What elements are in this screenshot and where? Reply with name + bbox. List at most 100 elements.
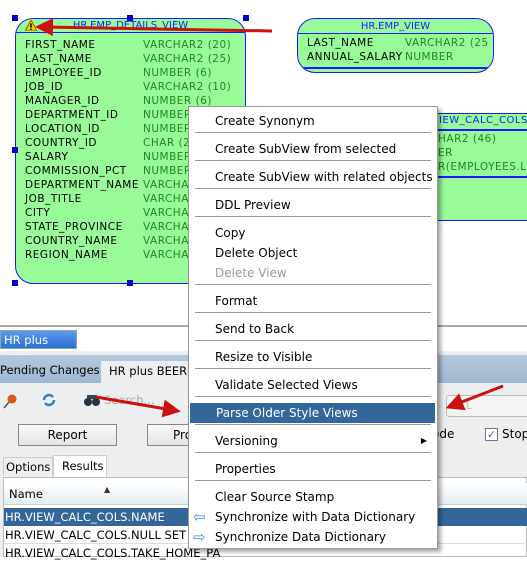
menu-item-label: Resize to Visible [215, 350, 313, 364]
column-type: NUMBER [405, 51, 454, 63]
menu-separator [195, 368, 431, 369]
selection-handle[interactable] [12, 147, 18, 153]
selection-handle[interactable] [243, 15, 249, 21]
column-type: VARCHAI [143, 249, 193, 261]
column-type: VARCHAR2 (25) [143, 53, 232, 65]
column-name: JOB_TITLE [25, 193, 82, 205]
column-name: DEPARTMENT_ID [25, 109, 119, 121]
menu-item-label: DDL Preview [215, 198, 291, 212]
column-name: ANNUAL_SALARY [307, 51, 403, 63]
menu-item-delete-object[interactable]: Delete Object [189, 243, 437, 263]
column-name: EMPLOYEE_ID [25, 67, 102, 79]
menu-item-label: Synchronize Data Dictionary [215, 530, 386, 544]
tab-hr-plus-beer[interactable]: HR plus BEER (H [101, 361, 201, 383]
menu-item-label: Copy [215, 226, 246, 240]
column-type: NUMBER [143, 109, 192, 121]
view-title: IEW_CALC_COLS [439, 115, 527, 126]
report-button[interactable]: Report [18, 424, 117, 446]
column-name: REGION_NAME [25, 249, 108, 261]
column-type: VARCHAI [143, 221, 193, 233]
menu-separator [195, 480, 431, 481]
column-type: VARCHAI [143, 235, 193, 247]
column-name: CITY [25, 207, 51, 219]
menu-item-label: Properties [215, 462, 276, 476]
menu-separator [195, 396, 431, 397]
column-name: COUNTRY_NAME [25, 235, 118, 247]
column-type: ER [438, 147, 453, 159]
selection-handle[interactable] [127, 15, 133, 21]
column-name: COUNTRY_ID [25, 137, 98, 149]
menu-item-validate-selected-views[interactable]: Validate Selected Views [189, 375, 437, 395]
column-name: JOB_ID [25, 81, 63, 93]
menu-item-label: Create Synonym [215, 114, 315, 128]
menu-separator [195, 284, 431, 285]
menu-separator [195, 160, 431, 161]
selection-handle[interactable] [12, 280, 18, 286]
sort-ascending-icon: ▲ [104, 485, 111, 494]
arrow-left-icon: ⇦ [193, 508, 206, 526]
menu-item-synchronize-with-data-dictionary[interactable]: Synchronize with Data Dictionary ⇦ [189, 507, 437, 527]
tab-options[interactable]: Options [3, 457, 53, 476]
menu-item-send-to-back[interactable]: Send to Back [189, 319, 437, 339]
column-type: VARCHAR2 (10) [143, 81, 232, 93]
diagram-tab[interactable]: HR plus BEER [0, 330, 77, 366]
menu-item-clear-source-stamp[interactable]: Clear Source Stamp [189, 487, 437, 507]
column-name: LAST_NAME [25, 53, 92, 65]
menu-item-label: Validate Selected Views [215, 378, 358, 392]
tab-results[interactable]: Results [53, 455, 107, 477]
menu-separator [195, 132, 431, 133]
stop-checkbox[interactable]: ✓ [485, 428, 498, 441]
column-name: FIRST_NAME [25, 39, 96, 51]
menu-separator [195, 452, 431, 453]
selection-handle[interactable] [12, 15, 18, 21]
column-type: VARCHAI [143, 179, 193, 191]
menu-item-create-subview-from-selected[interactable]: Create SubView from selected [189, 139, 437, 159]
tab-pending-changes[interactable]: Pending Changes [0, 359, 100, 381]
menu-item-label: Versioning [215, 434, 278, 448]
menu-item-delete-view[interactable]: Delete View [189, 263, 437, 283]
column-type: HAR2 (46) [438, 133, 497, 145]
column-type: NUMBER [143, 123, 192, 135]
menu-item-format[interactable]: Format [189, 291, 437, 311]
menu-separator [195, 216, 431, 217]
menu-item-label: Create SubView from selected [215, 142, 397, 156]
menu-item-synchronize-data-dictionary[interactable]: Synchronize Data Dictionary ⇨ [189, 527, 437, 547]
view-title: HR.EMP_VIEW [298, 19, 493, 34]
column-type: VARCHAR2 (20) [143, 39, 232, 51]
menu-item-create-synonym[interactable]: Create Synonym [189, 111, 437, 131]
submenu-arrow-icon: ▶ [420, 436, 427, 445]
column-type: VARCHAI [143, 207, 193, 219]
menu-item-parse-older-style-views[interactable]: Parse Older Style Views [190, 403, 435, 423]
view-emp-view[interactable]: HR.EMP_VIEW LAST_NAME VARCHAR2 (25 BY AN… [297, 18, 494, 73]
menu-item-properties[interactable]: Properties [189, 459, 437, 479]
column-type: VARCHAI [143, 193, 193, 205]
menu-item-label: Delete View [215, 266, 287, 280]
column-name: LAST_NAME [307, 37, 374, 49]
menu-item-label: Create SubView with related objects [215, 170, 433, 184]
column-type: NUMBER [143, 165, 192, 177]
context-menu: Create Synonym Create SubView from select… [188, 106, 438, 549]
menu-item-ddl-preview[interactable]: DDL Preview [189, 195, 437, 215]
pin-icon[interactable] [2, 393, 18, 409]
binoculars-icon [84, 395, 100, 406]
column-type: R(EMPLOYEES.LA [438, 161, 527, 173]
menu-item-label: Delete Object [215, 246, 298, 260]
column-name: MANAGER_ID [25, 95, 100, 107]
menu-separator [195, 340, 431, 341]
menu-item-label: Clear Source Stamp [215, 490, 335, 504]
refresh-icon[interactable] [40, 391, 58, 409]
menu-item-resize-to-visible[interactable]: Resize to Visible [189, 347, 437, 367]
selection-handle[interactable] [127, 280, 133, 286]
column-type: VARCHAR2 (25 BY [405, 37, 493, 49]
menu-item-copy[interactable]: Copy [189, 223, 437, 243]
filter-combo[interactable]: ALL [446, 395, 527, 417]
column-name: DEPARTMENT_NAME [25, 179, 139, 191]
menu-item-label: Format [215, 294, 258, 308]
column-name: STATE_PROVINCE [25, 221, 123, 233]
menu-item-versioning[interactable]: Versioning ▶ [189, 431, 437, 451]
menu-item-create-subview-with-related-objects[interactable]: Create SubView with related objects [189, 167, 437, 187]
search-input[interactable]: Search... [104, 393, 154, 407]
view-title: HR.EMP_DETAILS_VIEW [16, 19, 245, 33]
menu-separator [195, 188, 431, 189]
column-name: SALARY [25, 151, 69, 163]
